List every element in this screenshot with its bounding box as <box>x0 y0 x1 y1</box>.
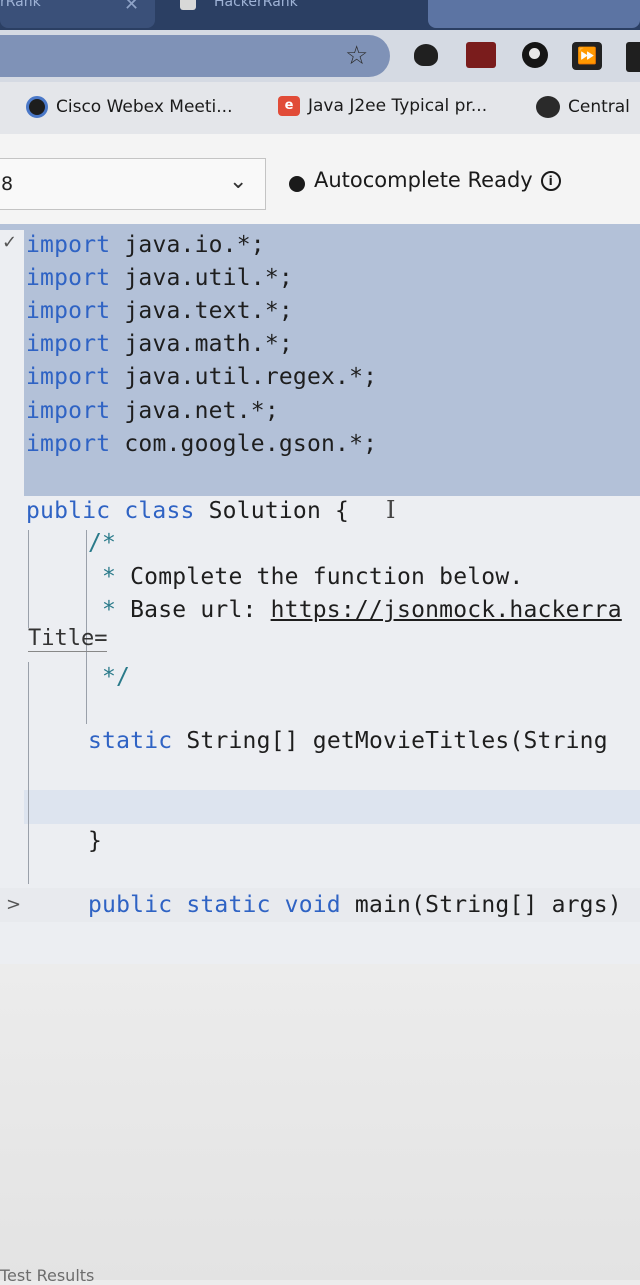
comment-line: /* <box>88 530 117 556</box>
code-line: import java.util.*; <box>26 265 293 291</box>
comment-text: Base url: <box>116 597 271 623</box>
comment-line: * Base url: https://jsonmock.hackerra <box>102 597 622 623</box>
code-text: java.math.*; <box>110 331 293 357</box>
bookmark-label: Central <box>568 97 630 117</box>
test-results-tab[interactable]: Test Results <box>0 1266 94 1285</box>
code-text: com.google.gson.*; <box>110 431 378 457</box>
keyword: import <box>26 331 111 357</box>
extension-icon[interactable] <box>626 42 640 72</box>
bookmark-webex[interactable]: Cisco Webex Meeti... <box>26 96 232 118</box>
keyword: import <box>26 298 111 324</box>
tab-strip: rRank ✕ HackerRank <box>0 0 640 30</box>
keyword: import <box>26 364 111 390</box>
code-line: import java.math.*; <box>26 331 293 357</box>
keyword: static <box>88 728 173 754</box>
title-marker: Title= <box>28 626 108 652</box>
code-text: java.net.*; <box>110 398 279 424</box>
bookmarks-bar: Cisco Webex Meeti... e Java J2ee Typical … <box>0 82 640 134</box>
webex-icon <box>26 96 48 118</box>
circle-extension-icon[interactable] <box>522 42 548 68</box>
code-line: import java.text.*; <box>26 298 293 324</box>
text-cursor-icon: I <box>386 496 396 524</box>
keyword: import <box>26 232 111 258</box>
edge-e-icon: e <box>278 96 300 116</box>
comment-text: Complete the function below. <box>116 564 524 590</box>
code-text: Solution { <box>194 498 350 524</box>
code-line: import java.io.*; <box>26 232 265 258</box>
language-select[interactable]: 8 ⌄ <box>0 158 266 210</box>
comment-line: * Complete the function below. <box>102 564 523 590</box>
close-icon[interactable]: ✕ <box>124 0 139 15</box>
keyword: import <box>26 431 111 457</box>
tab-hackerrank-1[interactable]: rRank ✕ <box>0 0 155 28</box>
status-label: Autocomplete Ready <box>314 168 533 192</box>
editor-header: 8 ⌄ Autocomplete Ready i <box>0 134 640 224</box>
code-line: import java.util.regex.*; <box>26 364 377 390</box>
code-text: java.util.regex.*; <box>110 364 378 390</box>
tab-title[interactable]: HackerRank <box>214 0 298 10</box>
comment-star: * <box>102 564 117 590</box>
code-line: } <box>88 828 103 854</box>
fold-chevron-icon[interactable]: > <box>6 894 21 915</box>
code-line: public class Solution { <box>26 498 349 524</box>
bookmark-label: Java J2ee Typical pr... <box>308 96 488 116</box>
bookmark-label: Cisco Webex Meeti... <box>56 97 233 117</box>
bookmark-java[interactable]: e Java J2ee Typical pr... <box>278 96 487 116</box>
bookmark-star-icon[interactable]: ☆ <box>345 43 368 69</box>
code-line: import com.google.gson.*; <box>26 431 377 457</box>
shield-extension-icon[interactable] <box>414 44 438 66</box>
comment-star: * <box>102 597 117 623</box>
indent-guide <box>28 662 29 884</box>
code-editor[interactable]: ✓ import java.io.*; import java.util.*; … <box>0 224 640 964</box>
code-text: java.util.*; <box>110 265 293 291</box>
language-value: 8 <box>1 173 14 195</box>
code-text: java.text.*; <box>110 298 293 324</box>
code-line: public static void main(String[] args) <box>88 892 622 918</box>
editor-empty-area <box>0 964 640 1280</box>
keyword: import <box>26 265 111 291</box>
keyword: public class <box>26 498 195 524</box>
tab-active[interactable] <box>428 0 640 28</box>
indent-guide <box>28 530 29 628</box>
media-forward-icon[interactable]: ⏩ <box>572 42 602 70</box>
status-dot-icon <box>289 176 305 192</box>
url-link[interactable]: https://jsonmock.hackerra <box>271 597 622 623</box>
extension-badge-icon[interactable] <box>466 42 496 68</box>
code-line: static String[] getMovieTitles(String <box>88 728 608 754</box>
bookmark-central[interactable]: Central <box>536 96 630 118</box>
info-icon[interactable]: i <box>540 171 561 191</box>
code-line: import java.net.*; <box>26 398 279 424</box>
current-line-highlight <box>24 790 640 824</box>
hackerrank-logo-icon <box>180 0 196 10</box>
code-text: String[] getMovieTitles(String <box>172 728 608 754</box>
globe-icon <box>536 96 560 118</box>
code-text: main(String[] args) <box>340 892 622 918</box>
keyword: public static void <box>88 892 341 918</box>
fold-chevron-icon[interactable]: ✓ <box>2 232 17 253</box>
tab-title: rRank <box>0 0 41 10</box>
comment-line: */ <box>102 664 131 690</box>
chevron-down-icon[interactable]: ⌄ <box>229 169 247 194</box>
keyword: import <box>26 398 111 424</box>
autocomplete-status: Autocomplete Ready i <box>314 168 561 192</box>
code-text: java.io.*; <box>110 232 265 258</box>
address-bar[interactable]: ☆ <box>0 35 390 77</box>
